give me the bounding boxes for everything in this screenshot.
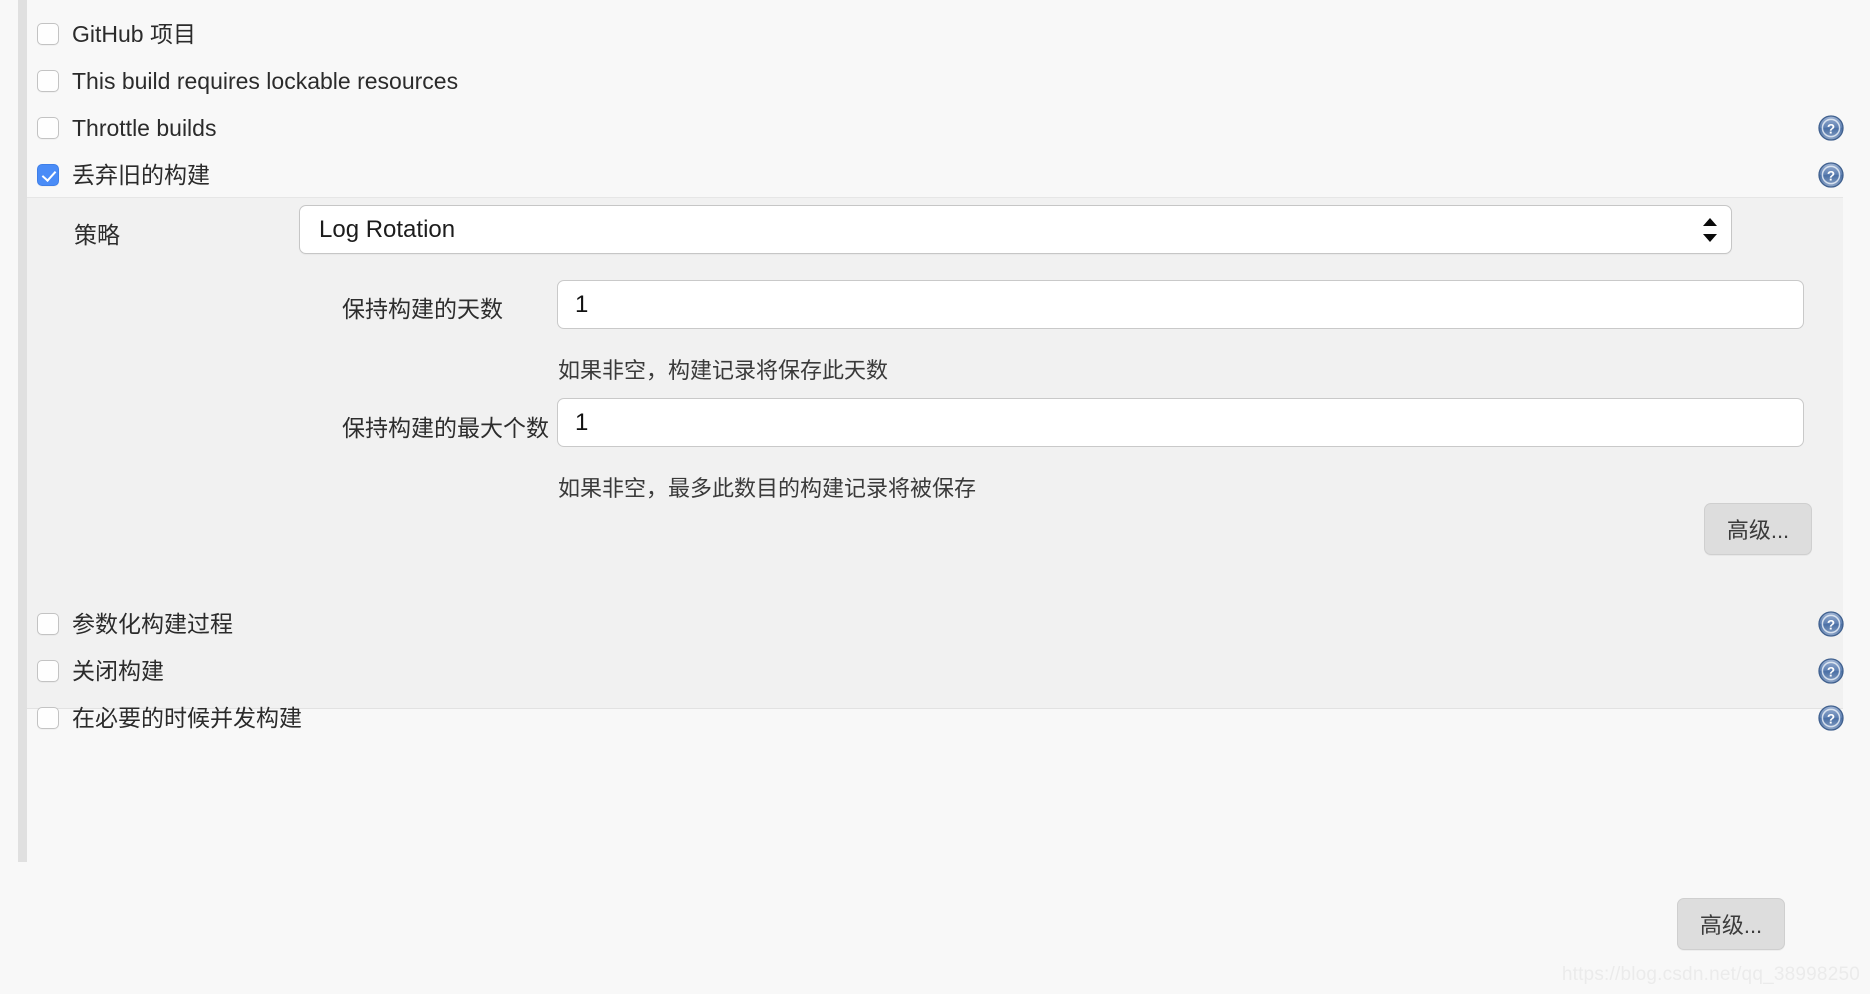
select-updown-arrows-icon bbox=[1703, 217, 1717, 243]
discard-advanced-button[interactable]: 高级... bbox=[1704, 503, 1812, 555]
svg-text:?: ? bbox=[1827, 121, 1835, 136]
checkbox-label-throttle-builds: Throttle builds bbox=[72, 114, 217, 141]
checkbox-icon-parameterized-build[interactable] bbox=[37, 613, 59, 635]
checkbox-label-discard-old-builds: 丢弃旧的构建 bbox=[72, 161, 210, 188]
checkbox-icon-throttle-builds[interactable] bbox=[37, 117, 59, 139]
strategy-select[interactable]: Log Rotation bbox=[299, 205, 1732, 254]
days-to-keep-input[interactable]: 1 bbox=[557, 280, 1804, 329]
checkbox-icon-discard-old-builds[interactable] bbox=[37, 164, 59, 186]
checkbox-label-lockable-resources: This build requires lockable resources bbox=[72, 67, 459, 94]
days-to-keep-hint: 如果非空，构建记录将保存此天数 bbox=[558, 358, 889, 383]
help-question-icon-throttle-builds[interactable]: ? bbox=[1818, 115, 1844, 141]
checkbox-label-parameterized-build: 参数化构建过程 bbox=[72, 610, 233, 637]
watermark-text: https://blog.csdn.net/qq_38998250 bbox=[1561, 964, 1860, 985]
svg-text:?: ? bbox=[1827, 711, 1835, 726]
checkbox-icon-concurrent-build[interactable] bbox=[37, 707, 59, 729]
max-builds-value: 1 bbox=[575, 408, 589, 436]
checkbox-row-concurrent-build[interactable]: 在必要的时候并发构建 bbox=[27, 690, 302, 746]
checkbox-label-disable-build: 关闭构建 bbox=[72, 657, 164, 684]
strategy-label: 策略 bbox=[74, 222, 120, 248]
help-question-icon-parameterized-build[interactable]: ? bbox=[1818, 611, 1844, 637]
jenkins-job-config-panel: GitHub 项目 This build requires lockable r… bbox=[0, 0, 1870, 994]
help-question-icon-disable-build[interactable]: ? bbox=[1818, 658, 1844, 684]
max-builds-label: 保持构建的最大个数 bbox=[342, 415, 549, 441]
strategy-select-value: Log Rotation bbox=[319, 215, 456, 243]
svg-text:?: ? bbox=[1827, 617, 1835, 632]
max-builds-input[interactable]: 1 bbox=[557, 398, 1804, 447]
page-advanced-button[interactable]: 高级... bbox=[1677, 898, 1785, 950]
svg-text:?: ? bbox=[1827, 664, 1835, 679]
max-builds-hint: 如果非空，最多此数目的构建记录将被保存 bbox=[558, 476, 977, 501]
svg-text:?: ? bbox=[1827, 168, 1835, 183]
help-question-icon-concurrent-build[interactable]: ? bbox=[1818, 705, 1844, 731]
left-rail-divider bbox=[18, 0, 27, 862]
help-question-icon-discard-old-builds[interactable]: ? bbox=[1818, 162, 1844, 188]
checkbox-label-github-project: GitHub 项目 bbox=[72, 20, 196, 47]
checkbox-label-concurrent-build: 在必要的时候并发构建 bbox=[72, 704, 302, 731]
days-to-keep-value: 1 bbox=[575, 290, 589, 318]
checkbox-row-discard-old-builds[interactable]: 丢弃旧的构建 bbox=[27, 147, 210, 203]
checkbox-icon-disable-build[interactable] bbox=[37, 660, 59, 682]
checkbox-icon-lockable-resources[interactable] bbox=[37, 70, 59, 92]
checkbox-icon-github-project[interactable] bbox=[37, 23, 59, 45]
discard-old-builds-panel: 策略 Log Rotation 保持构建的天数 1 如果非空，构建记录将保存此天… bbox=[27, 197, 1843, 709]
days-to-keep-label: 保持构建的天数 bbox=[342, 296, 503, 322]
